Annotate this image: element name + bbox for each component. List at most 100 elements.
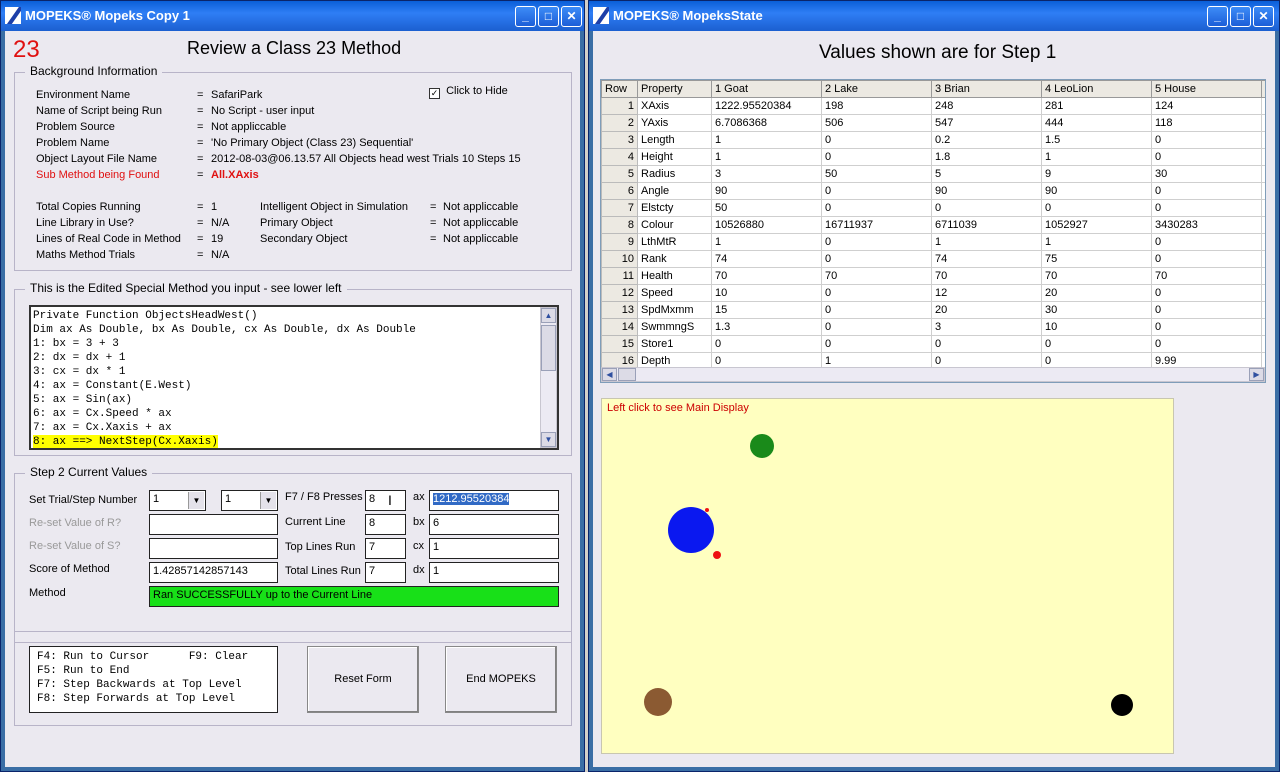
minimize-icon[interactable]: _ bbox=[1207, 6, 1228, 27]
cell-value[interactable]: 0.2 bbox=[931, 131, 1042, 149]
close-icon[interactable]: ✕ bbox=[561, 6, 582, 27]
table-row[interactable]: 14SwmmngS1.303100( bbox=[601, 318, 1265, 336]
cell-value[interactable]: 50 bbox=[821, 165, 932, 183]
cell-value[interactable]: 1 bbox=[1041, 233, 1152, 251]
column-header[interactable] bbox=[1261, 80, 1265, 98]
bx-field[interactable]: 6 bbox=[429, 514, 559, 535]
cell-value[interactable]: 1 bbox=[1261, 114, 1265, 132]
cell-value[interactable]: 0 bbox=[1151, 199, 1262, 217]
chevron-down-icon[interactable]: ▼ bbox=[188, 492, 204, 509]
property-name[interactable]: Length bbox=[637, 131, 712, 149]
row-number[interactable]: 3 bbox=[601, 131, 638, 149]
grid-scroll-thumb[interactable] bbox=[618, 368, 636, 381]
row-number[interactable]: 2 bbox=[601, 114, 638, 132]
reset-form-button[interactable]: Reset Form bbox=[307, 646, 419, 713]
table-row[interactable]: 1XAxis1222.955203841982482811241 bbox=[601, 97, 1265, 115]
property-name[interactable]: Speed bbox=[637, 284, 712, 302]
cell-value[interactable]: ( bbox=[1261, 301, 1265, 319]
minimize-icon[interactable]: _ bbox=[515, 6, 536, 27]
cell-value[interactable]: 0 bbox=[711, 335, 822, 353]
grid-horizontal-scrollbar[interactable]: ◀ ▶ bbox=[601, 367, 1265, 382]
cell-value[interactable]: 0 bbox=[931, 199, 1042, 217]
cell-value[interactable]: 10 bbox=[1041, 318, 1152, 336]
property-name[interactable]: SpdMxmm bbox=[637, 301, 712, 319]
cell-value[interactable]: 70 bbox=[821, 267, 932, 285]
cell-value[interactable]: 0 bbox=[821, 284, 932, 302]
cell-value[interactable]: 0 bbox=[1151, 301, 1262, 319]
row-number[interactable]: 4 bbox=[601, 148, 638, 166]
cell-value[interactable]: ( bbox=[1261, 216, 1265, 234]
table-row[interactable]: 2YAxis6.70863685065474441181 bbox=[601, 114, 1265, 132]
scroll-thumb[interactable] bbox=[541, 325, 556, 371]
cell-value[interactable]: 30 bbox=[1151, 165, 1262, 183]
blue-object[interactable] bbox=[668, 507, 714, 553]
cell-value[interactable]: 0 bbox=[1151, 131, 1262, 149]
green-object[interactable] bbox=[750, 434, 774, 458]
cell-value[interactable]: 248 bbox=[931, 97, 1042, 115]
trial-select[interactable]: 1 ▼ bbox=[149, 490, 206, 511]
cell-value[interactable]: 0 bbox=[1151, 148, 1262, 166]
cell-value[interactable]: ( bbox=[1261, 148, 1265, 166]
cell-value[interactable]: 5 bbox=[931, 165, 1042, 183]
red-object[interactable] bbox=[713, 551, 721, 559]
property-name[interactable]: Elstcty bbox=[637, 199, 712, 217]
column-header[interactable]: 4 LeoLion bbox=[1041, 80, 1152, 98]
cell-value[interactable]: 9 bbox=[1041, 165, 1152, 183]
code-line[interactable]: 4: ax = Constant(E.West) bbox=[33, 379, 539, 393]
cell-value[interactable]: ( bbox=[1261, 250, 1265, 268]
brown-object[interactable] bbox=[644, 688, 672, 716]
score-field[interactable]: 1.42857142857143 bbox=[149, 562, 278, 583]
cell-value[interactable]: 0 bbox=[1151, 318, 1262, 336]
cell-value[interactable]: 74 bbox=[931, 250, 1042, 268]
cell-value[interactable]: 90 bbox=[1041, 182, 1152, 200]
scroll-up-icon[interactable]: ▲ bbox=[541, 308, 556, 323]
code-line[interactable]: Private Function ObjectsHeadWest() bbox=[33, 309, 539, 323]
row-number[interactable]: 11 bbox=[601, 267, 638, 285]
cell-value[interactable]: 281 bbox=[1041, 97, 1152, 115]
cell-value[interactable]: 3 bbox=[711, 165, 822, 183]
cell-value[interactable]: 20 bbox=[1041, 284, 1152, 302]
scroll-right-icon[interactable]: ▶ bbox=[1249, 368, 1264, 381]
cell-value[interactable]: 10 bbox=[711, 284, 822, 302]
row-number[interactable]: 6 bbox=[601, 182, 638, 200]
cell-value[interactable]: 444 bbox=[1041, 114, 1152, 132]
property-name[interactable]: XAxis bbox=[637, 97, 712, 115]
code-line[interactable]: 3: cx = dx * 1 bbox=[33, 365, 539, 379]
total-lines-field[interactable]: 7 bbox=[365, 562, 406, 583]
cell-value[interactable]: 198 bbox=[821, 97, 932, 115]
code-line[interactable]: 1: bx = 3 + 3 bbox=[33, 337, 539, 351]
step-select[interactable]: 1 ▼ bbox=[221, 490, 278, 511]
cell-value[interactable]: 70 bbox=[931, 267, 1042, 285]
close-icon[interactable]: ✕ bbox=[1253, 6, 1274, 27]
cell-value[interactable]: 3430283 bbox=[1151, 216, 1262, 234]
cell-value[interactable]: 0 bbox=[821, 233, 932, 251]
cell-value[interactable]: 547 bbox=[931, 114, 1042, 132]
cx-field[interactable]: 1 bbox=[429, 538, 559, 559]
cell-value[interactable]: 1 bbox=[711, 233, 822, 251]
cell-value[interactable]: 70 bbox=[1041, 267, 1152, 285]
code-vertical-scrollbar[interactable]: ▲ ▼ bbox=[540, 307, 557, 448]
row-number[interactable]: 1 bbox=[601, 97, 638, 115]
column-header[interactable]: 1 Goat bbox=[711, 80, 822, 98]
cell-value[interactable]: 1.3 bbox=[711, 318, 822, 336]
cell-value[interactable]: 74 bbox=[711, 250, 822, 268]
cell-value[interactable]: 20 bbox=[931, 301, 1042, 319]
cell-value[interactable]: 0 bbox=[1041, 199, 1152, 217]
row-number[interactable]: 14 bbox=[601, 318, 638, 336]
code-line[interactable]: 5: ax = Sin(ax) bbox=[33, 393, 539, 407]
property-name[interactable]: Height bbox=[637, 148, 712, 166]
cell-value[interactable]: 1 bbox=[711, 148, 822, 166]
cell-value[interactable]: 7 bbox=[1261, 267, 1265, 285]
table-row[interactable]: 12Speed10012200( bbox=[601, 284, 1265, 302]
property-name[interactable]: Colour bbox=[637, 216, 712, 234]
column-header[interactable]: 2 Lake bbox=[821, 80, 932, 98]
table-row[interactable]: 15Store100000( bbox=[601, 335, 1265, 353]
code-line[interactable]: 7: ax = Cx.Xaxis + ax bbox=[33, 421, 539, 435]
current-line-field[interactable]: 8 bbox=[365, 514, 406, 535]
reset-s-input[interactable] bbox=[149, 538, 278, 559]
property-name[interactable]: YAxis bbox=[637, 114, 712, 132]
cell-value[interactable]: 30 bbox=[1041, 301, 1152, 319]
state-grid[interactable]: Row Property 1 Goat 2 Lake 3 Brian 4 LeoLion 5… bbox=[600, 79, 1266, 383]
table-row[interactable]: 3Length100.21.50( bbox=[601, 131, 1265, 149]
f7f8-field[interactable]: 8 I bbox=[365, 490, 406, 511]
